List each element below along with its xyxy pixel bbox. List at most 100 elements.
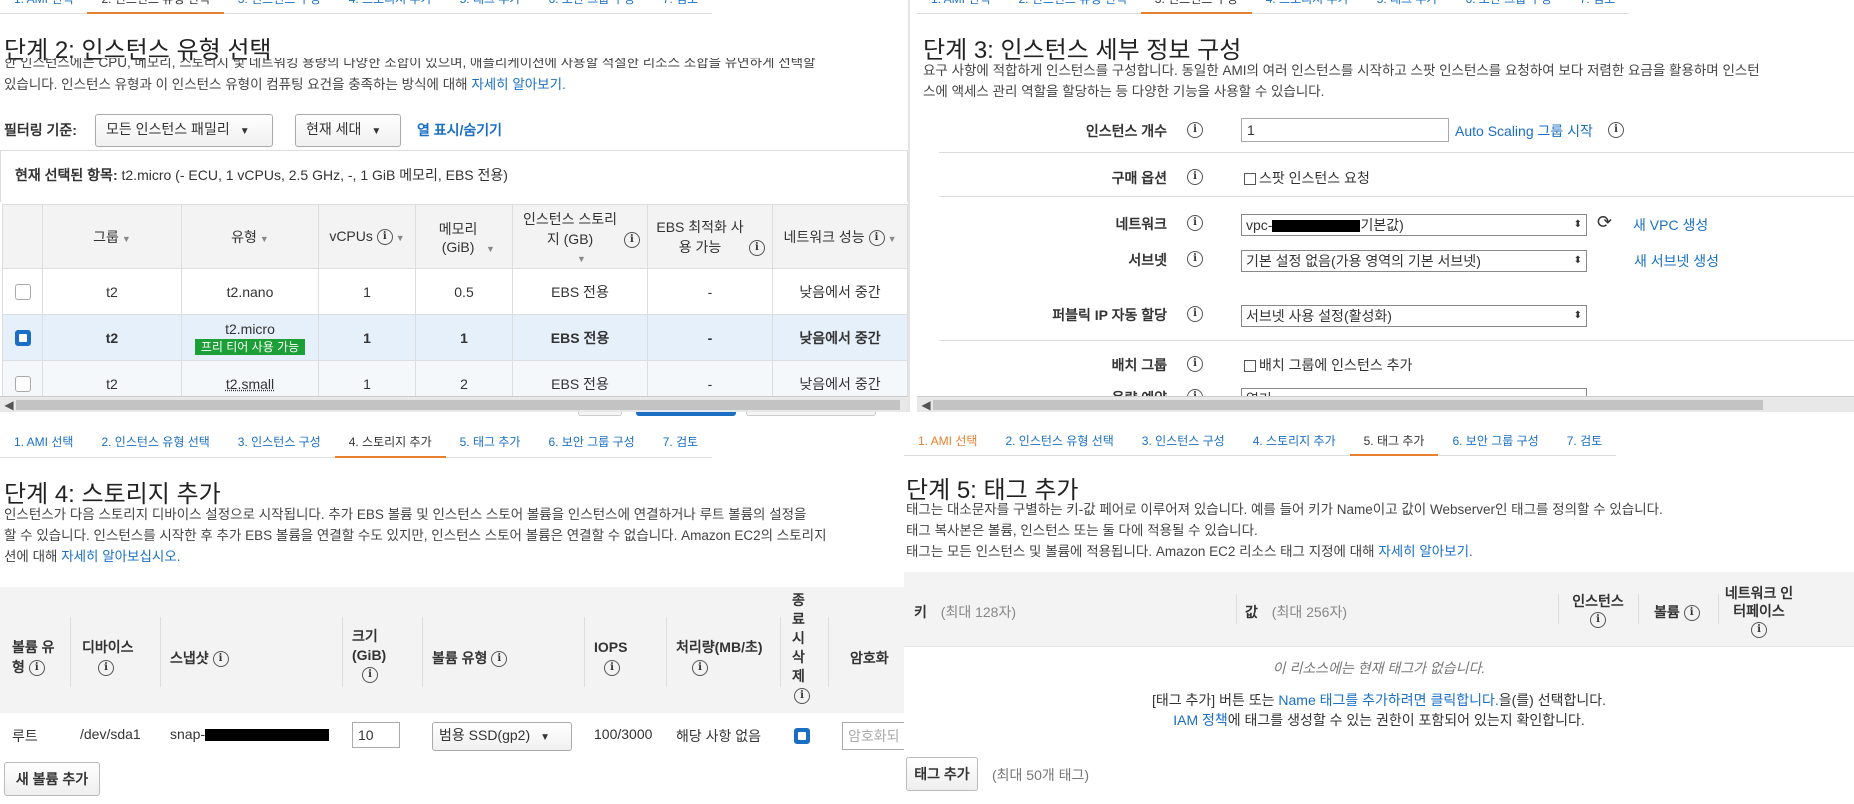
create-subnet-link[interactable]: 새 서브넷 생성: [1634, 251, 1719, 271]
info-icon[interactable]: i: [1683, 605, 1700, 622]
info-icon[interactable]: i: [1187, 356, 1203, 372]
info-icon[interactable]: i: [604, 660, 620, 677]
tab-configure[interactable]: 3. 인스턴스 구성: [1140, 0, 1252, 14]
placement-group-option[interactable]: 배치 그룹에 인스턴스 추가: [1244, 355, 1412, 375]
tab-storage[interactable]: 4. 스토리지 추가: [334, 0, 446, 14]
tab-review[interactable]: 7. 검토: [1552, 434, 1617, 456]
learn-more-link[interactable]: 자세히 알아보십시오.: [61, 549, 180, 564]
tab-tags[interactable]: 5. 태그 추가: [1349, 434, 1439, 456]
tab-storage[interactable]: 4. 스토리지 추가: [1238, 434, 1350, 456]
network-select[interactable]: vpc- 기본값) ⬍: [1241, 214, 1587, 236]
tab-tags[interactable]: 5. 태그 추가: [445, 0, 535, 14]
column-header[interactable]: 그룹 ▼: [42, 204, 182, 269]
table-row[interactable]: t2 t2.nano 1 0.5 EBS 전용 - 낮음에서 중간: [2, 268, 908, 315]
column-header[interactable]: 메모리 (GiB) ▼: [415, 204, 513, 269]
public-ip-label: 퍼블릭 IP 자동 할당: [1052, 307, 1167, 323]
info-icon[interactable]: i: [98, 660, 114, 677]
tab-ami[interactable]: 1. AMI 선택: [0, 0, 88, 14]
tab-ami[interactable]: 1. AMI 선택: [0, 436, 88, 458]
column-header[interactable]: EBS 최적화 사용 가능 i: [647, 204, 773, 269]
tab-tags[interactable]: 5. 태그 추가: [1362, 0, 1452, 14]
info-icon[interactable]: i: [1187, 251, 1203, 267]
tab-review[interactable]: 7. 검토: [648, 436, 713, 458]
row-checkbox[interactable]: [14, 284, 31, 301]
learn-more-link[interactable]: 자세히 알아보기.: [1378, 544, 1472, 559]
volume-type-select[interactable]: 범용 SSD(gp2) ▼: [432, 722, 572, 751]
info-icon[interactable]: i: [623, 231, 640, 248]
column-header[interactable]: 네트워크 성능 i ▼: [772, 204, 908, 269]
info-icon[interactable]: i: [1608, 122, 1624, 138]
tab-security-group[interactable]: 6. 보안 그룹 구성: [534, 0, 649, 14]
column-header: 처리량(MB/초) i: [676, 637, 763, 677]
scrollbar-thumb[interactable]: [16, 400, 900, 410]
tab-ami[interactable]: 1. AMI 선택: [904, 434, 992, 456]
tab-security-group[interactable]: 6. 보안 그룹 구성: [1438, 434, 1553, 456]
info-icon[interactable]: i: [362, 667, 378, 684]
info-icon[interactable]: i: [1590, 612, 1606, 629]
spot-request-option[interactable]: 스팟 인스턴스 요청: [1244, 168, 1370, 188]
tab-security-group[interactable]: 6. 보안 그룹 구성: [534, 436, 649, 458]
create-vpc-link[interactable]: 새 VPC 생성: [1633, 215, 1708, 235]
instance-count-input[interactable]: 1: [1241, 118, 1449, 142]
scrollbar-thumb[interactable]: [933, 400, 1763, 410]
tab-configure[interactable]: 3. 인스턴스 구성: [223, 436, 335, 458]
tab-instance-type[interactable]: 2. 인스턴스 유형 선택: [1004, 0, 1141, 14]
tab-instance-type[interactable]: 2. 인스턴스 유형 선택: [991, 434, 1128, 456]
info-icon[interactable]: i: [491, 651, 508, 668]
redacted-snapshot-id: [205, 729, 330, 742]
add-volume-button[interactable]: 새 볼륨 추가: [4, 762, 100, 796]
info-icon[interactable]: i: [1187, 169, 1203, 185]
info-icon[interactable]: i: [1751, 622, 1767, 639]
tab-review[interactable]: 7. 검토: [1565, 0, 1630, 14]
add-name-tag-link[interactable]: Name 태그를 추가하려면 클릭합니다.: [1278, 692, 1498, 708]
info-icon[interactable]: i: [1187, 215, 1203, 231]
tab-storage[interactable]: 4. 스토리지 추가: [1251, 0, 1363, 14]
row-select-cell[interactable]: [2, 268, 43, 315]
encryption-select[interactable]: 암호화되: [842, 722, 904, 750]
placement-checkbox[interactable]: [1244, 360, 1256, 373]
info-icon[interactable]: i: [1187, 122, 1203, 138]
column-header[interactable]: 인스턴스 스토리지 (GB) i ▼: [512, 204, 648, 269]
info-icon[interactable]: i: [376, 229, 393, 246]
tab-configure[interactable]: 3. 인스턴스 구성: [1127, 434, 1239, 456]
auto-scaling-link[interactable]: Auto Scaling 그룹 시작: [1455, 121, 1593, 141]
table-row-selected[interactable]: t2 t2.micro 프리 티어 사용 가능 1 1 EBS 전용 - 낮음에…: [2, 314, 908, 361]
info-icon[interactable]: i: [794, 688, 810, 705]
column-header[interactable]: vCPUs i ▼: [318, 204, 416, 269]
row-checkbox[interactable]: [14, 376, 31, 393]
filter-label: 필터링 기준:: [4, 122, 77, 138]
info-icon[interactable]: i: [28, 660, 45, 677]
info-icon[interactable]: i: [1187, 306, 1203, 322]
public-ip-select[interactable]: 서브넷 사용 설정(활성화) ⬍: [1241, 305, 1587, 327]
show-hide-columns-link[interactable]: 열 표시/숨기기: [417, 120, 502, 140]
size-input[interactable]: 10: [352, 722, 400, 748]
info-icon[interactable]: i: [748, 239, 765, 256]
scroll-left-icon[interactable]: ◀: [2, 397, 16, 412]
info-icon[interactable]: i: [212, 651, 229, 668]
tab-ami[interactable]: 1. AMI 선택: [917, 0, 1005, 14]
generation-select[interactable]: 현재 세대 ▼: [295, 114, 401, 147]
tab-configure[interactable]: 3. 인스턴스 구성: [223, 0, 335, 14]
tab-security-group[interactable]: 6. 보안 그룹 구성: [1451, 0, 1566, 14]
learn-more-link[interactable]: 자세히 알아보기.: [471, 77, 565, 92]
iam-policy-link[interactable]: IAM 정책: [1173, 712, 1228, 728]
delete-on-termination-checkbox[interactable]: [794, 728, 810, 744]
scroll-left-icon[interactable]: ◀: [919, 397, 933, 412]
refresh-icon[interactable]: ⟳: [1597, 212, 1612, 233]
subnet-select[interactable]: 기본 설정 없음(가용 영역의 기본 서브넷) ⬍: [1241, 250, 1587, 272]
info-icon[interactable]: i: [692, 660, 708, 677]
horizontal-scrollbar[interactable]: ◀: [917, 396, 1854, 412]
tab-review[interactable]: 7. 검토: [648, 0, 713, 14]
spot-checkbox[interactable]: [1244, 173, 1256, 186]
info-icon[interactable]: i: [868, 229, 885, 246]
add-tag-button[interactable]: 태그 추가: [906, 757, 978, 791]
tab-tags[interactable]: 5. 태그 추가: [445, 436, 535, 458]
instance-family-select[interactable]: 모든 인스턴스 패밀리 ▼: [95, 114, 273, 147]
horizontal-scrollbar[interactable]: ◀: [0, 396, 908, 412]
tab-instance-type[interactable]: 2. 인스턴스 유형 선택: [87, 436, 224, 458]
row-select-cell[interactable]: [2, 314, 43, 361]
column-header[interactable]: 유형 ▼: [181, 204, 319, 269]
tab-storage[interactable]: 4. 스토리지 추가: [334, 436, 446, 458]
tab-instance-type[interactable]: 2. 인스턴스 유형 선택: [87, 0, 224, 14]
row-checkbox[interactable]: [14, 330, 31, 347]
